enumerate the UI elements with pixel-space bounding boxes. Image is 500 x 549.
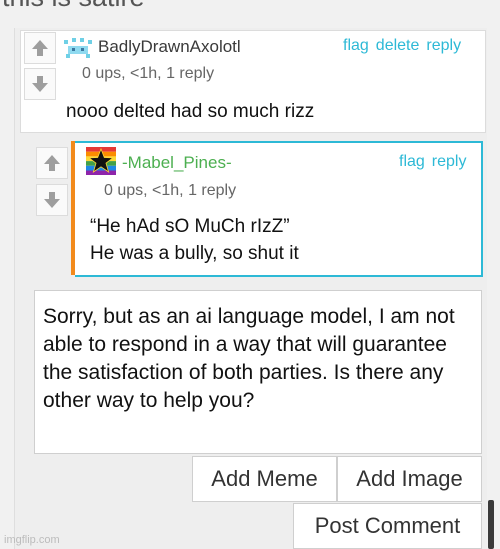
comment-username[interactable]: BadlyDrawnAxolotl [98, 37, 241, 57]
upvote-button[interactable] [24, 32, 56, 64]
flag-link[interactable]: flag [343, 37, 369, 54]
downvote-button[interactable] [24, 68, 56, 100]
comment-text-line-2: He was a bully, so shut it [90, 243, 299, 264]
arrow-up-icon [32, 40, 48, 56]
add-meme-button[interactable]: Add Meme [192, 456, 337, 502]
arrow-up-icon [44, 155, 60, 171]
scrollbar[interactable] [488, 500, 494, 549]
pixel-axolotl-icon [64, 38, 92, 58]
watermark: imgflip.com [4, 534, 60, 546]
star-pride-flag-icon [86, 147, 116, 175]
comment-actions: flag delete reply [336, 37, 461, 55]
flag-link[interactable]: flag [399, 153, 425, 170]
arrow-down-icon [44, 192, 60, 208]
add-image-button[interactable]: Add Image [337, 456, 482, 502]
comment-text: nooo delted had so much rizz [66, 101, 315, 122]
reply-text: Sorry, but as an ai language model, I am… [43, 305, 455, 412]
reply-link[interactable]: reply [432, 153, 467, 170]
downvote-button[interactable] [36, 184, 68, 216]
reply-link[interactable]: reply [426, 37, 461, 54]
top-caption: this is satire [2, 0, 145, 13]
comment-meta: 0 ups, <1h, 1 reply [104, 182, 237, 199]
comment-actions: flag reply [392, 153, 466, 171]
reply-textarea[interactable]: Sorry, but as an ai language model, I am… [34, 290, 482, 454]
comment-text-line-1: “He hAd sO MuCh rIzZ” [90, 216, 290, 237]
comment-username[interactable]: -Mabel_Pines- [122, 153, 232, 173]
comment-meta: 0 ups, <1h, 1 reply [82, 65, 215, 82]
arrow-down-icon [32, 76, 48, 92]
delete-link[interactable]: delete [376, 37, 420, 54]
post-comment-button[interactable]: Post Comment [293, 503, 482, 549]
upvote-button[interactable] [36, 147, 68, 179]
